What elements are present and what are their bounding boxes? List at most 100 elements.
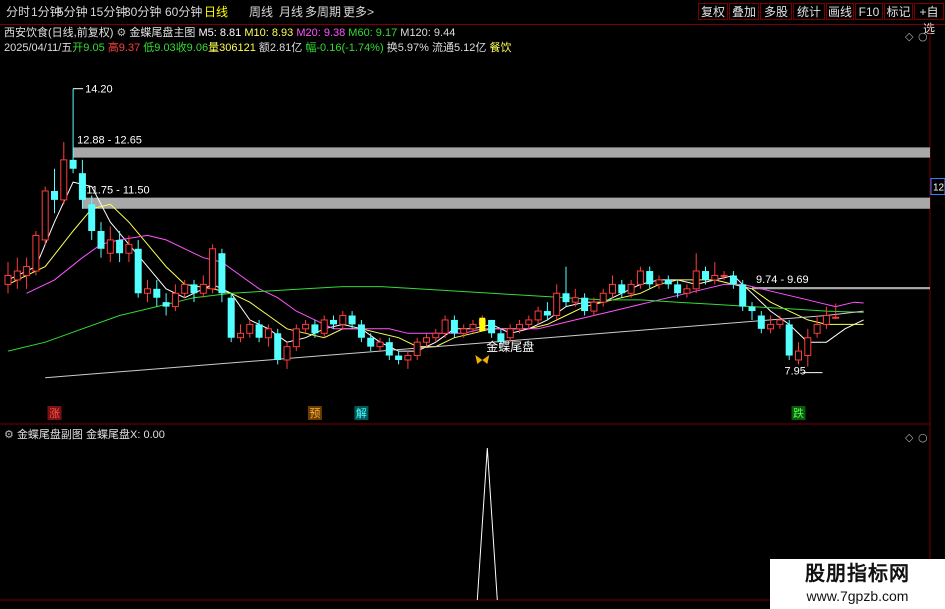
candle	[646, 266, 654, 289]
candle-body	[460, 328, 468, 334]
candle-body	[348, 315, 356, 325]
candle	[525, 315, 533, 329]
candle	[822, 306, 830, 329]
candle-body	[636, 270, 644, 285]
candle	[237, 324, 244, 343]
candle-body	[571, 297, 579, 303]
low-price: 低9.03	[143, 42, 176, 54]
candle	[134, 239, 142, 298]
candle-body	[795, 350, 802, 361]
signal-marker-text: 解	[356, 406, 367, 420]
candle-body	[748, 306, 756, 312]
candle	[60, 142, 68, 205]
sub-gear-icon[interactable]: ⚙	[4, 429, 14, 441]
candle-body	[274, 333, 282, 360]
candle-body	[627, 283, 635, 294]
ma60-value: M60: 9.17	[348, 27, 398, 39]
change: 幅-0.16(-1.74%)	[305, 42, 384, 54]
sub-indicator-name[interactable]: 金蝶尾盘副图	[17, 429, 83, 441]
collapse-icon: ◇	[905, 30, 914, 43]
watermark-url: www.7gpzb.com	[806, 588, 909, 604]
resistance-band	[73, 147, 931, 158]
candle	[804, 328, 812, 367]
candle	[609, 275, 616, 298]
candle	[367, 333, 375, 352]
candle	[190, 279, 198, 303]
candle-body	[190, 284, 198, 294]
candle	[618, 279, 626, 298]
candle-body	[655, 279, 663, 285]
resistance-band	[752, 287, 930, 290]
candle	[813, 315, 821, 338]
candle-body	[581, 297, 589, 312]
candle-body	[330, 319, 337, 325]
candle-body	[776, 319, 784, 325]
ma5-value: M5: 8.81	[198, 27, 242, 39]
candle-body	[674, 284, 682, 294]
resistance-band	[82, 197, 930, 209]
close-price: 收9.06	[175, 42, 209, 54]
candle	[395, 351, 403, 365]
indicator-gear-icon[interactable]: ⚙	[116, 27, 126, 39]
candle-body	[739, 284, 747, 307]
candle-body	[702, 271, 709, 280]
candle	[292, 324, 300, 352]
candle	[153, 279, 161, 307]
candle	[404, 351, 412, 369]
candle-body	[283, 346, 291, 361]
candle-body	[320, 319, 328, 334]
candle-body	[367, 337, 375, 347]
candle-body	[339, 315, 347, 325]
candle-body	[88, 204, 96, 231]
candle-body	[302, 323, 310, 330]
candle-body	[227, 297, 235, 338]
candle	[683, 284, 691, 298]
candle-body	[51, 190, 58, 200]
candle	[171, 284, 179, 312]
candle-body	[106, 239, 114, 254]
candle-body	[404, 355, 412, 361]
sub-collapse-icon: ◇	[905, 431, 914, 444]
candle	[785, 319, 793, 360]
candle	[209, 244, 217, 294]
candle-body	[729, 275, 737, 285]
candle-body	[171, 292, 179, 308]
candle	[357, 319, 365, 343]
signal-marker-text: 跌	[793, 406, 804, 420]
candle	[692, 253, 700, 294]
candle-body	[292, 328, 300, 348]
candle-body	[553, 292, 561, 316]
candle	[534, 306, 542, 325]
turnover: 换5.97%	[386, 42, 429, 54]
open-price: 开9.05	[72, 42, 105, 54]
candle	[729, 271, 737, 289]
candle	[739, 279, 747, 312]
candle-body	[609, 283, 616, 294]
candle	[795, 342, 802, 365]
ma10-value: M10: 8.93	[244, 27, 294, 39]
candle-body	[413, 341, 421, 357]
indicator-name[interactable]: 金蝶尾盘主图	[129, 27, 195, 39]
candle	[199, 275, 207, 298]
candle-body	[469, 323, 477, 330]
candle-body	[181, 283, 189, 294]
stock-title: 西安饮食(日线,前复权)	[4, 27, 114, 39]
band-label: 9.74 - 9.69	[756, 274, 809, 286]
candle-body	[60, 159, 68, 201]
candle	[144, 279, 151, 303]
candle	[320, 315, 328, 338]
candle	[246, 319, 254, 338]
chart-header-row2: 2025/04/11/五开9.05 高9.37 低9.03收9.06量30612…	[4, 41, 511, 55]
candle-body	[785, 324, 793, 356]
candle	[748, 302, 756, 320]
ma120-value: M120: 9.44	[400, 27, 456, 39]
candle	[553, 284, 561, 320]
candle	[488, 319, 496, 338]
candle-body	[395, 355, 403, 360]
bar-date: 2025/04/11/五	[4, 42, 73, 54]
candle-body	[4, 274, 12, 285]
candle-body	[69, 159, 77, 169]
candle-body	[385, 342, 393, 356]
expand-icon: ○	[918, 30, 928, 43]
sub-expand-icon: ○	[918, 431, 928, 444]
